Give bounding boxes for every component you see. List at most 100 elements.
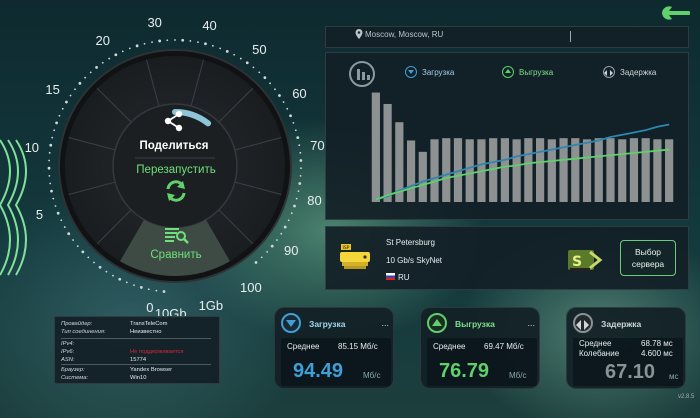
svg-text:S: S (572, 254, 582, 270)
latency-value: 67.10 (605, 361, 656, 383)
gauge-tick-label: 20 (95, 33, 110, 49)
history-bar (524, 138, 533, 202)
info-value: Не поддерживается (130, 349, 184, 355)
svg-text:ISP: ISP (343, 245, 350, 251)
gauge-scale-dot (260, 256, 263, 259)
gauge-scale-dot (98, 265, 102, 269)
gauge-scale-dot (108, 57, 111, 60)
gauge-scale-dot (225, 49, 229, 53)
gauge-scale-dot (50, 189, 53, 193)
info-key: Тип соединения: (61, 329, 106, 335)
gauge-scale-dot (245, 61, 249, 65)
gauge-scale-dot (239, 57, 242, 60)
restart-button[interactable]: Перезапустить (128, 164, 224, 214)
gauge-scale-dot (76, 245, 79, 248)
info-value: Неизвестно (130, 329, 162, 335)
server-country: RU (398, 273, 410, 282)
gauge-scale-dot (298, 182, 302, 185)
gauge-scale-dot (139, 286, 143, 289)
gauge-scale-dot (204, 42, 207, 46)
gauge-scale-dot (47, 166, 51, 170)
gauge-scale-dot (52, 197, 55, 200)
select-server-button[interactable]: Выбор сервера (620, 240, 676, 276)
jitter-value: 4.600 мс (641, 349, 673, 358)
download-arrow-icon (405, 66, 417, 78)
legend-download[interactable]: Загрузка (405, 66, 454, 78)
download-title: Загрузка (309, 319, 346, 329)
gauge-scale-dot (295, 197, 298, 200)
gauge-tick-label: 0 (146, 299, 154, 315)
info-key: Браузер: (61, 367, 85, 373)
gauge-scale-dot (181, 38, 185, 42)
share-label: Поделиться (139, 140, 209, 152)
gauge-scale-dot (60, 219, 63, 222)
gauge-scale-dot (49, 143, 53, 147)
location-text: Moscow, Moscow, RU (365, 30, 444, 39)
gauge-scale-dot (74, 88, 76, 91)
gauge-tick-label: 15 (45, 81, 60, 97)
legend-latency[interactable]: Задержка (603, 66, 656, 78)
upload-arrow-icon (502, 66, 514, 78)
gauge-scale-dot (189, 40, 192, 42)
gauge-scale-dot (143, 42, 146, 45)
gauge-scale-dot (274, 88, 276, 91)
gauge-scale-dot (63, 226, 66, 228)
download-more[interactable]: ... (381, 318, 389, 328)
info-key: IPv6: (61, 349, 75, 355)
gauge-scale-dot (254, 261, 258, 264)
history-bar (418, 151, 427, 202)
gauge-scale-dot (299, 151, 302, 154)
gauge-scale-dot (67, 232, 71, 236)
gauge-scale-dot (65, 100, 68, 104)
gauge-scale-dot (252, 66, 255, 69)
gauge-scale-dot (54, 205, 57, 207)
gauge-scale-dot (174, 39, 176, 41)
gauge-scale-dot (128, 47, 131, 50)
history-bar (571, 138, 580, 202)
wrench-icon[interactable] (660, 4, 692, 22)
select-server-label-2: сервера (631, 259, 665, 269)
gauge-scale-dot (287, 219, 290, 222)
gauge-tick-label: 40 (202, 18, 217, 34)
history-bar (500, 138, 510, 202)
connection-info-panel: Провайдер: TransTeleCom Тип соединения: Неи… (54, 316, 220, 384)
legend-upload[interactable]: Выгрузка (502, 66, 553, 78)
gauge-tick-label: 100 (240, 280, 262, 296)
gauge-scale-dot (48, 151, 51, 154)
gauge-scale-dot (133, 284, 135, 287)
gauge-scale-dot (151, 41, 153, 44)
bar-chart-icon[interactable] (349, 61, 375, 87)
legend-upload-label: Выгрузка (519, 67, 554, 77)
info-row: Провайдер: TransTeleCom (61, 321, 217, 327)
gauge-scale-dot (49, 182, 52, 185)
history-bar (629, 138, 639, 202)
gauge-scale-dot (114, 53, 118, 57)
gauge-scale-dot (53, 129, 56, 132)
upload-more[interactable]: ... (527, 318, 535, 328)
latency-arrows-icon (573, 313, 593, 333)
gauge-scale-dot (289, 114, 292, 118)
info-value: 15774 (130, 357, 147, 363)
gauge-scale-dot (125, 281, 128, 284)
gauge-scale-dot (276, 239, 278, 241)
gauge-scale-dot (286, 107, 289, 110)
latency-unit: мс (669, 372, 679, 381)
history-bar (383, 103, 392, 202)
gauge-scale-dot (135, 44, 139, 48)
gauge-scale-dot (258, 71, 261, 74)
gauge-tick-label: 50 (252, 41, 267, 57)
history-bar (371, 92, 380, 202)
gauge-scale-dot (48, 159, 51, 162)
share-button[interactable]: Поделиться (134, 108, 214, 152)
gauge-scale-dot (101, 61, 104, 64)
gauge-scale-dot (51, 136, 54, 139)
compare-button[interactable]: Сравнить (128, 226, 224, 266)
compare-label: Сравнить (150, 249, 202, 261)
info-row: Тип соединения: Неизвестно (61, 329, 217, 335)
gauge-scale-dot (278, 94, 281, 97)
gauge-scale-dot (81, 250, 85, 254)
server-city: St Petersburg (386, 238, 435, 247)
ru-flag-icon (386, 273, 395, 280)
gauge-scale-dot (89, 71, 92, 74)
info-row: Система: Win10 (61, 375, 217, 381)
